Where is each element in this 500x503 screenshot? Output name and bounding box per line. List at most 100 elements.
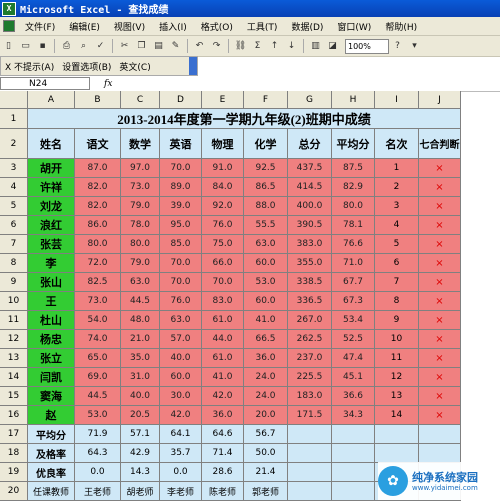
score-cell[interactable]: 83.0 <box>202 292 244 311</box>
score-cell[interactable]: 12 <box>375 368 419 387</box>
judgment-cell[interactable]: × <box>419 368 461 387</box>
score-cell[interactable]: 36.0 <box>244 349 288 368</box>
score-cell[interactable]: 39.0 <box>160 197 202 216</box>
row-header[interactable]: 5 <box>0 197 28 216</box>
score-cell[interactable]: 13 <box>375 387 419 406</box>
empty-cell[interactable] <box>332 444 375 463</box>
stat-value-cell[interactable]: 14.3 <box>121 463 160 482</box>
score-cell[interactable]: 7 <box>375 273 419 292</box>
row-header[interactable]: 1 <box>0 109 28 129</box>
table-header-cell[interactable]: 化学 <box>244 129 288 159</box>
score-cell[interactable]: 1 <box>375 159 419 178</box>
score-cell[interactable]: 91.0 <box>202 159 244 178</box>
score-cell[interactable]: 57.0 <box>160 330 202 349</box>
row-header[interactable]: 7 <box>0 235 28 254</box>
teacher-name-cell[interactable]: 胡老师 <box>121 482 160 501</box>
score-cell[interactable]: 79.0 <box>121 254 160 273</box>
cut-icon[interactable]: ✂ <box>118 40 131 53</box>
student-name-cell[interactable]: 张山 <box>28 273 75 292</box>
judgment-cell[interactable]: × <box>419 292 461 311</box>
chevron-down-icon[interactable]: ▾ <box>408 40 421 53</box>
stat-value-cell[interactable]: 57.1 <box>121 425 160 444</box>
score-cell[interactable]: 44.5 <box>121 292 160 311</box>
score-cell[interactable]: 2 <box>375 178 419 197</box>
score-cell[interactable]: 79.0 <box>121 197 160 216</box>
menu-view[interactable]: 视图(V) <box>107 20 152 33</box>
score-cell[interactable]: 24.0 <box>244 368 288 387</box>
student-name-cell[interactable]: 张立 <box>28 349 75 368</box>
save-icon[interactable]: ▪ <box>36 40 49 53</box>
sort-ascending-icon[interactable]: ↑ <box>268 40 281 53</box>
menu-data[interactable]: 数据(D) <box>284 20 330 33</box>
judgment-cell[interactable]: × <box>419 349 461 368</box>
row-header[interactable]: 9 <box>0 273 28 292</box>
help-icon[interactable]: ? <box>391 40 404 53</box>
row-header[interactable]: 10 <box>0 292 28 311</box>
stat-value-cell[interactable]: 35.7 <box>160 444 202 463</box>
score-cell[interactable]: 44.0 <box>202 330 244 349</box>
score-cell[interactable]: 183.0 <box>288 387 332 406</box>
score-cell[interactable]: 70.0 <box>160 254 202 273</box>
score-cell[interactable]: 60.0 <box>160 368 202 387</box>
score-cell[interactable]: 70.0 <box>202 273 244 292</box>
score-cell[interactable]: 60.0 <box>244 292 288 311</box>
empty-cell[interactable] <box>375 444 419 463</box>
score-cell[interactable]: 76.0 <box>160 292 202 311</box>
table-header-cell[interactable]: 名次 <box>375 129 419 159</box>
score-cell[interactable]: 92.0 <box>202 197 244 216</box>
score-cell[interactable]: 20.5 <box>121 406 160 425</box>
score-cell[interactable]: 76.6 <box>332 235 375 254</box>
score-cell[interactable]: 69.0 <box>75 368 121 387</box>
stat-value-cell[interactable]: 50.0 <box>244 444 288 463</box>
score-cell[interactable]: 78.0 <box>121 216 160 235</box>
score-cell[interactable]: 9 <box>375 311 419 330</box>
row-header[interactable]: 14 <box>0 368 28 387</box>
column-header[interactable]: B <box>75 91 121 109</box>
empty-cell[interactable] <box>419 425 461 444</box>
score-cell[interactable]: 262.5 <box>288 330 332 349</box>
menu-insert[interactable]: 插入(I) <box>152 20 194 33</box>
score-cell[interactable]: 414.5 <box>288 178 332 197</box>
empty-cell[interactable] <box>332 425 375 444</box>
column-header[interactable]: E <box>202 91 244 109</box>
score-cell[interactable]: 11 <box>375 349 419 368</box>
empty-cell[interactable] <box>419 444 461 463</box>
row-header[interactable]: 17 <box>0 425 28 444</box>
judgment-cell[interactable]: × <box>419 216 461 235</box>
score-cell[interactable]: 437.5 <box>288 159 332 178</box>
score-cell[interactable]: 73.0 <box>121 178 160 197</box>
table-header-cell[interactable]: 物理 <box>202 129 244 159</box>
score-cell[interactable]: 40.0 <box>121 387 160 406</box>
score-cell[interactable]: 42.0 <box>202 387 244 406</box>
score-cell[interactable]: 45.1 <box>332 368 375 387</box>
score-cell[interactable]: 65.0 <box>75 349 121 368</box>
table-header-cell[interactable]: 姓名 <box>28 129 75 159</box>
column-header[interactable]: J <box>419 91 461 109</box>
empty-cell[interactable] <box>375 425 419 444</box>
table-header-cell[interactable]: 七合判断 <box>419 129 461 159</box>
open-folder-icon[interactable]: ▭ <box>19 40 32 53</box>
sort-descending-icon[interactable]: ↓ <box>285 40 298 53</box>
score-cell[interactable]: 82.5 <box>75 273 121 292</box>
judgment-cell[interactable]: × <box>419 387 461 406</box>
teacher-name-cell[interactable]: 王老师 <box>75 482 121 501</box>
score-cell[interactable]: 70.0 <box>160 159 202 178</box>
score-cell[interactable]: 267.0 <box>288 311 332 330</box>
column-header[interactable]: I <box>375 91 419 109</box>
score-cell[interactable]: 34.3 <box>332 406 375 425</box>
score-cell[interactable]: 66.0 <box>202 254 244 273</box>
score-cell[interactable]: 84.0 <box>202 178 244 197</box>
student-name-cell[interactable]: 许祥 <box>28 178 75 197</box>
hyperlink-icon[interactable]: ⛓ <box>234 40 247 53</box>
score-cell[interactable]: 40.0 <box>160 349 202 368</box>
judgment-cell[interactable]: × <box>419 159 461 178</box>
score-cell[interactable]: 41.0 <box>244 311 288 330</box>
score-cell[interactable]: 20.0 <box>244 406 288 425</box>
score-cell[interactable]: 61.0 <box>202 311 244 330</box>
column-header[interactable]: D <box>160 91 202 109</box>
stat-value-cell[interactable]: 42.9 <box>121 444 160 463</box>
stat-label-cell[interactable]: 及格率 <box>28 444 75 463</box>
score-cell[interactable]: 383.0 <box>288 235 332 254</box>
score-cell[interactable]: 87.5 <box>332 159 375 178</box>
score-cell[interactable]: 35.0 <box>121 349 160 368</box>
